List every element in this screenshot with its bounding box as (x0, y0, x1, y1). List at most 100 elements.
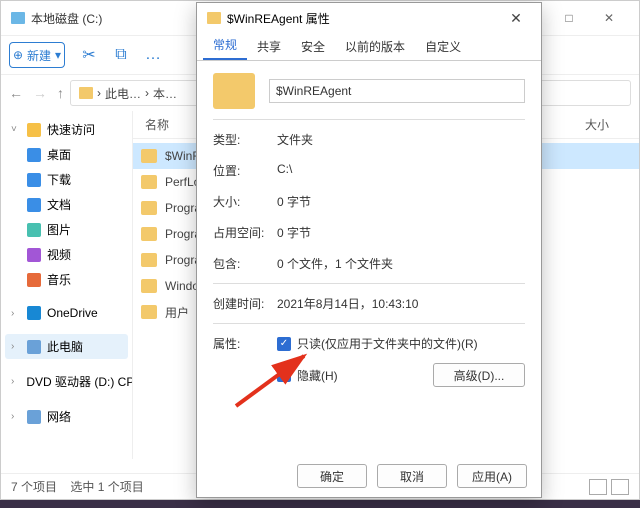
folder-icon (79, 87, 93, 99)
status-items: 7 个项目 (11, 480, 57, 494)
folder-icon (141, 279, 157, 293)
sidebar-icon (27, 273, 41, 287)
sidebar-icon (27, 410, 41, 424)
window-title: 本地磁盘 (C:) (31, 10, 102, 27)
folder-icon (141, 305, 157, 319)
breadcrumb-here[interactable]: 本… (153, 85, 177, 102)
sidebar-label: 下载 (47, 171, 71, 188)
sidebar-label: OneDrive (47, 306, 98, 320)
attrs-label: 属性: (213, 335, 277, 352)
sidebar-label: 快速访问 (47, 121, 95, 138)
sidebar-label: DVD 驱动器 (D:) CP (26, 373, 133, 390)
drive-icon (11, 12, 25, 24)
dialog-title: $WinREAgent 属性 (227, 10, 330, 27)
sidebar-icon (27, 223, 41, 237)
plus-icon: ⊕ (13, 48, 23, 62)
created-label: 创建时间: (213, 295, 277, 312)
cancel-button[interactable]: 取消 (377, 464, 447, 488)
sidebar-icon (27, 306, 41, 320)
breadcrumb-sep: › (145, 86, 149, 100)
sidebar-icon (27, 248, 41, 262)
sidebar-label: 此电脑 (47, 338, 83, 355)
contains-value: 0 个文件，1 个文件夹 (277, 255, 525, 272)
apply-button[interactable]: 应用(A) (457, 464, 527, 488)
sidebar-item[interactable]: 音乐 (5, 267, 128, 292)
sidebar-item[interactable]: 桌面 (5, 142, 128, 167)
type-value: 文件夹 (277, 131, 525, 148)
contains-label: 包含: (213, 255, 277, 272)
folder-icon (141, 253, 157, 267)
tab-custom[interactable]: 自定义 (415, 33, 471, 60)
size-value: 0 字节 (277, 193, 525, 210)
back-icon[interactable]: ← (9, 85, 23, 101)
created-value: 2021年8月14日，10:43:10 (277, 295, 525, 312)
sidebar-icon (27, 148, 41, 162)
sidebar-icon (27, 123, 41, 137)
sidebar-label: 文档 (47, 196, 71, 213)
folder-name-input[interactable]: $WinREAgent (269, 79, 525, 103)
sidebar-item[interactable]: 图片 (5, 217, 128, 242)
nav-arrows: ← → ↑ (9, 85, 64, 101)
hidden-checkbox[interactable]: ✓ (277, 368, 291, 382)
tab-general[interactable]: 常规 (203, 31, 247, 60)
sidebar-item[interactable]: ˅快速访问 (5, 117, 128, 142)
sidebar: ˅快速访问桌面下载文档图片视频音乐 ›OneDrive ›此电脑 ›DVD 驱动器 (… (1, 111, 133, 459)
view-list-icon[interactable] (589, 479, 607, 495)
up-icon[interactable]: ↑ (57, 85, 64, 101)
sidebar-item[interactable]: ›OneDrive (5, 302, 128, 324)
location-label: 位置: (213, 162, 277, 179)
folder-icon (141, 175, 157, 189)
type-label: 类型: (213, 131, 277, 148)
breadcrumb-home[interactable]: 此电… (105, 85, 141, 102)
disk-value: 0 字节 (277, 224, 525, 241)
dialog-footer: 确定 取消 应用(A) (197, 455, 541, 497)
view-grid-icon[interactable] (611, 479, 629, 495)
readonly-label: 只读(仅应用于文件夹中的文件)(R) (297, 335, 478, 352)
sidebar-label: 音乐 (47, 271, 71, 288)
tab-security[interactable]: 安全 (291, 33, 335, 60)
sidebar-label: 网络 (47, 408, 71, 425)
close-button[interactable]: ✕ (589, 11, 629, 25)
copy-icon[interactable]: ⧉ (113, 47, 129, 63)
view-toggles (589, 479, 629, 495)
forward-icon[interactable]: → (33, 85, 47, 101)
dialog-tabs: 常规 共享 安全 以前的版本 自定义 (197, 33, 541, 61)
dialog-titlebar: $WinREAgent 属性 ✕ (197, 3, 541, 33)
maximize-button[interactable]: □ (549, 11, 589, 25)
new-button[interactable]: ⊕ 新建 ▾ (9, 42, 65, 68)
properties-dialog: $WinREAgent 属性 ✕ 常规 共享 安全 以前的版本 自定义 $Win… (196, 2, 542, 498)
sidebar-item[interactable]: 视频 (5, 242, 128, 267)
sidebar-icon (27, 173, 41, 187)
tab-previous[interactable]: 以前的版本 (335, 33, 415, 60)
dialog-close-button[interactable]: ✕ (501, 10, 531, 27)
dialog-body: $WinREAgent 类型:文件夹 位置:C:\ 大小:0 字节 占用空间:0… (197, 61, 541, 455)
sidebar-item[interactable]: 文档 (5, 192, 128, 217)
sidebar-label: 视频 (47, 246, 71, 263)
disk-label: 占用空间: (213, 224, 277, 241)
chevron-down-icon: ▾ (55, 48, 61, 62)
size-label: 大小: (213, 193, 277, 210)
folder-icon (207, 12, 221, 24)
readonly-checkbox[interactable]: ✓ (277, 337, 291, 351)
more-icon[interactable]: … (145, 47, 161, 63)
new-label: 新建 (27, 47, 51, 64)
sidebar-item[interactable]: ›此电脑 (5, 334, 128, 359)
status-selected: 选中 1 个项目 (70, 480, 143, 494)
advanced-button[interactable]: 高级(D)... (433, 363, 525, 387)
ok-button[interactable]: 确定 (297, 464, 367, 488)
sidebar-item[interactable]: ›网络 (5, 404, 128, 429)
sidebar-item[interactable]: 下载 (5, 167, 128, 192)
sidebar-label: 图片 (47, 221, 71, 238)
sidebar-label: 桌面 (47, 146, 71, 163)
location-value: C:\ (277, 162, 525, 179)
tab-share[interactable]: 共享 (247, 33, 291, 60)
sidebar-item[interactable]: ›DVD 驱动器 (D:) CP (5, 369, 128, 394)
sidebar-icon (27, 340, 41, 354)
cut-icon[interactable]: ✂ (81, 47, 97, 63)
folder-name-value: $WinREAgent (276, 84, 351, 98)
sidebar-icon (27, 198, 41, 212)
big-folder-icon (213, 73, 255, 109)
file-name: 用户 (165, 304, 189, 321)
folder-icon (141, 201, 157, 215)
folder-icon (141, 227, 157, 241)
